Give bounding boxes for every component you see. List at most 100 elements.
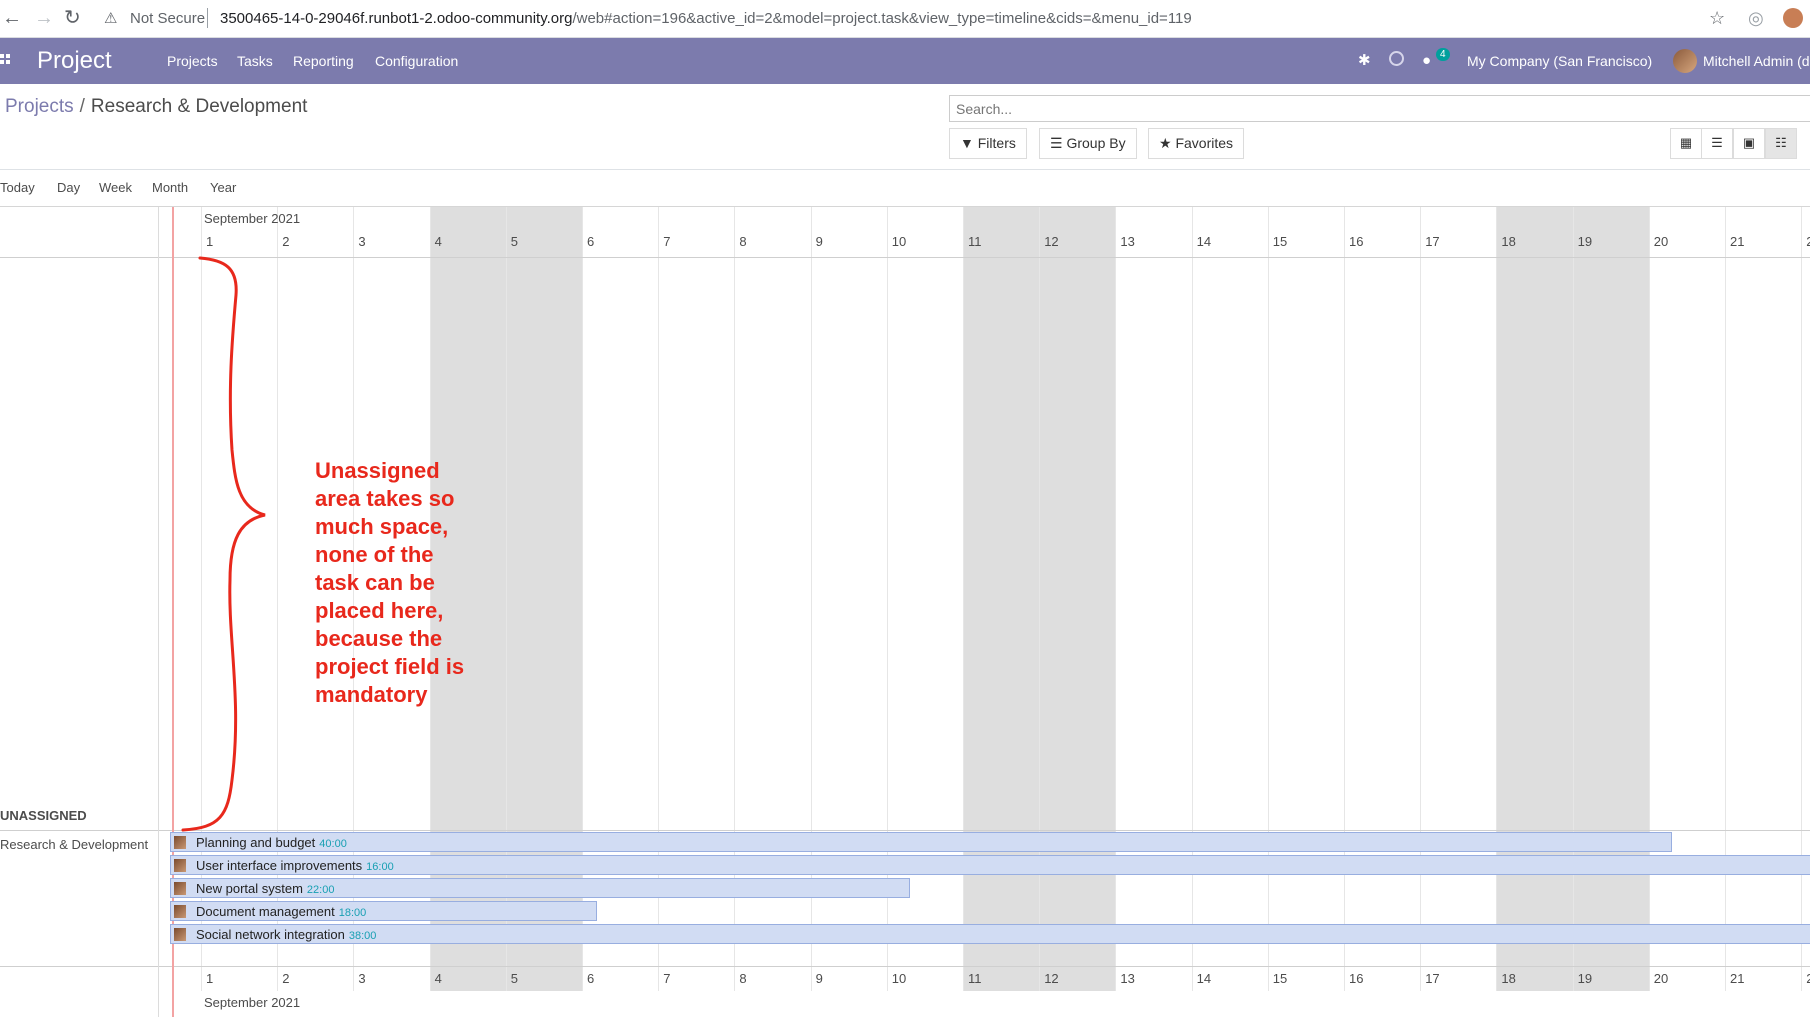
task-bar[interactable]: Planning and budget 40:00 — [170, 832, 1672, 852]
annotation-brace — [181, 256, 266, 832]
annotation-text: Unassigned area takes so much space, non… — [315, 458, 465, 707]
top-navbar: Project Projects Tasks Reporting Configu… — [0, 38, 1810, 84]
day-label: 8 — [739, 234, 747, 249]
scale-month-button[interactable]: Month — [152, 180, 188, 195]
day-label: 14 — [1196, 971, 1212, 986]
day-label: 2 — [1806, 234, 1810, 249]
day-label: 10 — [891, 234, 907, 249]
favorites-label: Favorites — [1175, 135, 1234, 151]
search-input[interactable] — [950, 96, 1810, 121]
back-icon[interactable]: ← — [2, 8, 22, 28]
day-label: 16 — [1349, 971, 1364, 986]
security-label[interactable]: Not Secure — [130, 10, 205, 27]
scale-week-button[interactable]: Week — [99, 180, 132, 195]
task-hours: 38:00 — [348, 930, 377, 942]
task-hours: 16:00 — [366, 861, 394, 873]
task-hours: 18:00 — [338, 907, 367, 919]
forward-icon[interactable]: → — [34, 8, 54, 28]
day-label: 11 — [968, 234, 982, 249]
apps-menu-icon[interactable] — [0, 54, 10, 66]
user-menu[interactable]: Mitchell Admin (d — [1703, 53, 1810, 69]
day-label: 5 — [510, 234, 519, 249]
filter-icon: ▼ — [960, 135, 974, 151]
calendar-view-button[interactable]: ▣ — [1733, 128, 1765, 159]
day-label: 6 — [587, 971, 595, 986]
filters-button[interactable]: ▼ Filters — [949, 128, 1027, 159]
activity-clock-icon[interactable] — [1389, 51, 1404, 66]
assignee-avatar-icon — [174, 928, 186, 941]
menu-projects[interactable]: Projects — [167, 53, 218, 69]
chat-count-badge: 4 — [1436, 48, 1450, 61]
sidebar-border — [158, 207, 159, 1017]
day-label: 19 — [1577, 971, 1593, 986]
task-bar[interactable]: New portal system 22:00 — [170, 878, 910, 898]
day-label: 14 — [1196, 234, 1212, 249]
breadcrumb-separator: / — [79, 96, 85, 117]
task-name: User interface improvements 16:00 — [196, 858, 394, 873]
bookmark-star-icon[interactable]: ☆ — [1709, 8, 1725, 29]
task-name: New portal system 22:00 — [196, 881, 335, 896]
day-label: 17 — [1425, 234, 1440, 249]
day-label: 12 — [1044, 234, 1059, 249]
day-label: 13 — [1120, 234, 1135, 249]
assignee-avatar-icon — [174, 905, 186, 918]
url-separator — [207, 8, 208, 28]
chat-icon[interactable]: ● — [1422, 52, 1431, 69]
day-label: 11 — [968, 971, 982, 986]
list-view-button[interactable]: ☰ — [1701, 128, 1733, 159]
url-path: /web#action=196&active_id=2&model=projec… — [572, 10, 1192, 27]
browser-toolbar: ← → ↻ ⚠ Not Secure 3500465-14-0-29046f.r… — [0, 0, 1810, 38]
scale-year-button[interactable]: Year — [210, 180, 236, 195]
warning-icon[interactable]: ⚠ — [104, 9, 117, 27]
task-bar[interactable]: Social network integration 38:00 — [170, 924, 1810, 944]
menu-configuration[interactable]: Configuration — [375, 53, 458, 69]
day-label: 4 — [434, 971, 442, 986]
breadcrumb: Projects / Research & Development — [5, 96, 307, 118]
day-label: 1 — [206, 234, 214, 249]
menu-tasks[interactable]: Tasks — [237, 53, 273, 69]
day-label: 2 — [282, 234, 290, 249]
day-label: 4 — [434, 234, 442, 249]
app-title[interactable]: Project — [37, 47, 112, 75]
group-by-button[interactable]: ☰ Group By — [1039, 128, 1137, 159]
day-label: 9 — [815, 234, 823, 249]
scale-today-button[interactable]: Today — [0, 180, 35, 195]
day-label: 1 — [206, 971, 214, 986]
kanban-view-button[interactable]: ▦ — [1670, 128, 1702, 159]
day-label: 21 — [1730, 234, 1745, 249]
day-label: 12 — [1044, 971, 1059, 986]
group-by-label: Group By — [1066, 135, 1126, 151]
breadcrumb-projects-link[interactable]: Projects — [5, 96, 74, 117]
globe-icon[interactable]: ◎ — [1748, 8, 1764, 29]
task-bar[interactable]: Document management 18:00 — [170, 901, 598, 921]
star-icon: ★ — [1159, 135, 1172, 151]
month-header-top: September 2021 — [204, 211, 301, 226]
task-name: Social network integration 38:00 — [196, 927, 377, 942]
day-label: 17 — [1425, 971, 1440, 986]
day-label: 7 — [663, 971, 671, 986]
url-host: 3500465-14-0-29046f.runbot1-2.odoo-commu… — [220, 10, 573, 27]
user-avatar[interactable] — [1673, 49, 1697, 73]
control-panel-divider — [0, 169, 1810, 170]
menu-reporting[interactable]: Reporting — [293, 53, 354, 69]
task-name: Document management 18:00 — [196, 904, 367, 919]
scale-day-button[interactable]: Day — [57, 180, 80, 195]
extension-avatar-icon[interactable] — [1783, 8, 1803, 28]
debug-bug-icon[interactable]: ✱ — [1358, 51, 1371, 69]
reload-icon[interactable]: ↻ — [64, 8, 81, 28]
company-switcher[interactable]: My Company (San Francisco) — [1467, 53, 1652, 69]
calendar-icon: ▣ — [1742, 135, 1756, 150]
filters-label: Filters — [977, 135, 1016, 151]
favorites-button[interactable]: ★ Favorites — [1148, 128, 1245, 159]
task-bar[interactable]: User interface improvements 16:00 — [170, 855, 1810, 875]
timeline-icon: ☷ — [1775, 135, 1787, 150]
address-bar[interactable]: 3500465-14-0-29046f.runbot1-2.odoo-commu… — [220, 10, 1192, 27]
day-label: 15 — [1272, 234, 1288, 249]
breadcrumb-current: Research & Development — [90, 96, 308, 117]
day-label: 19 — [1577, 234, 1593, 249]
day-label: 16 — [1349, 234, 1364, 249]
day-label: 18 — [1501, 971, 1516, 986]
timeline-view-button[interactable]: ☷ — [1765, 128, 1797, 159]
day-label: 10 — [891, 971, 907, 986]
group-rule — [0, 966, 1810, 967]
